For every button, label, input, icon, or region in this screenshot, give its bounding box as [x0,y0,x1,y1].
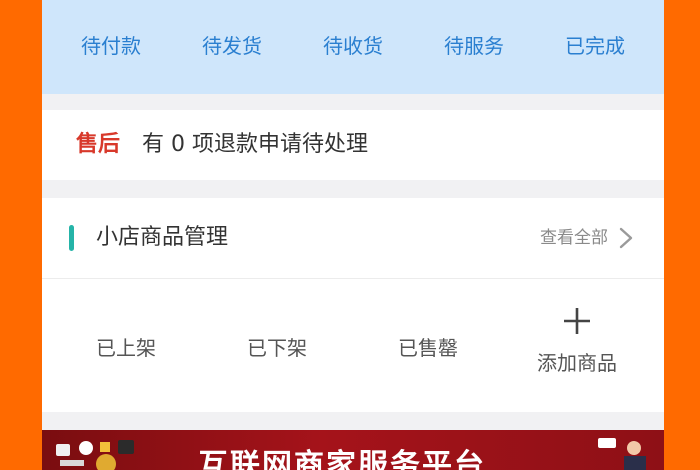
plus-icon[interactable] [562,306,592,336]
person-graphic [598,438,646,470]
order-status-bar: 待付款 待发货 待收货 待服务 已完成 [42,0,664,94]
tab-pending-service[interactable]: 待服务 [444,32,504,60]
add-goods-button[interactable]: 添加商品 [537,349,617,377]
tab-pending-receipt[interactable]: 待收货 [323,32,383,60]
divider [42,278,664,279]
delisted-goods-button[interactable]: 已下架 [247,334,307,362]
banner-title: 互联网商家服务平台 [198,448,486,470]
refund-pending-message: 有 0 项退款申请待处理 [142,132,368,157]
sold-out-goods-button[interactable]: 已售罄 [398,334,458,362]
promo-banner[interactable]: 互联网商家服务平台 [42,430,664,470]
app-screen: 待付款 待发货 待收货 待服务 已完成 售后 有 0 项退款申请待处理 小店商品… [42,0,664,470]
listed-goods-button[interactable]: 已上架 [96,334,156,362]
section-title: 小店商品管理 [96,225,229,250]
view-all-link[interactable]: 查看全部 [540,226,608,250]
shop-goods-card: 小店商品管理 查看全部 已上架 已下架 已售罄 添加商品 [42,198,664,412]
after-sales-label: 售后 [76,132,121,157]
section-accent-bar [69,225,74,251]
tab-completed[interactable]: 已完成 [565,32,625,60]
shopping-icons-graphic [56,440,134,470]
tab-pending-payment[interactable]: 待付款 [81,32,141,60]
chevron-right-icon[interactable] [618,226,634,250]
tab-pending-shipment[interactable]: 待发货 [202,32,262,60]
after-sales-card[interactable]: 售后 有 0 项退款申请待处理 [42,110,664,180]
